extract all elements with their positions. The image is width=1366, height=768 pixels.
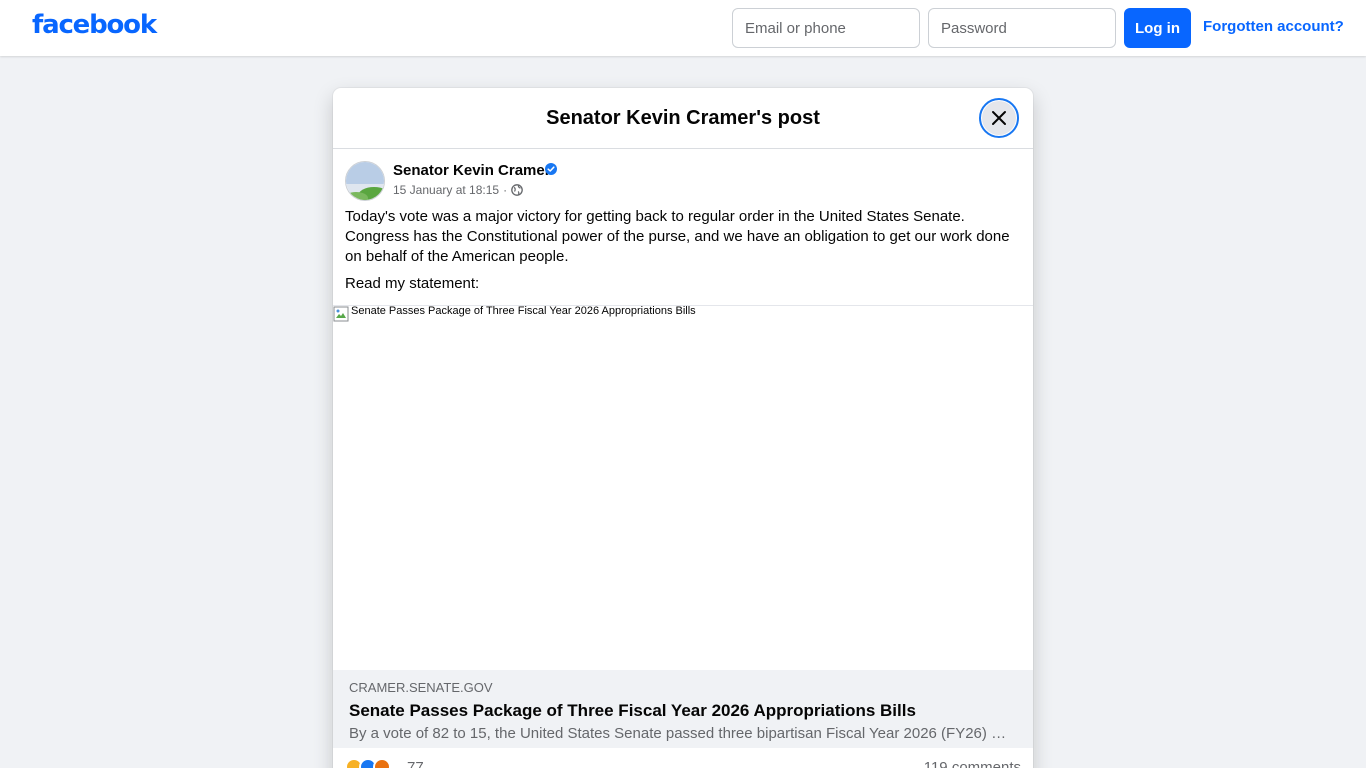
email-field[interactable]	[732, 8, 920, 48]
post-text: Today's vote was a major victory for get…	[345, 207, 1025, 301]
link-title: Senate Passes Package of Three Fiscal Ye…	[349, 701, 916, 720]
reaction-icons[interactable]	[345, 758, 391, 768]
link-preview-card[interactable]: CRAMER.SENATE.GOV Senate Passes Package …	[333, 670, 1033, 748]
dialog-title: Senator Kevin Cramer's post	[546, 107, 820, 129]
facebook-logo[interactable]: facebook	[32, 10, 157, 40]
author-name[interactable]: Senator Kevin Cramer	[393, 162, 551, 179]
post-timestamp[interactable]: 15 January at 18:15	[393, 183, 499, 197]
post-paragraph: Today's vote was a major victory for get…	[345, 208, 1010, 265]
close-icon	[992, 111, 1006, 125]
top-navigation-bar: facebook Log in Forgotten account?	[0, 0, 1366, 56]
post-dialog: Senator Kevin Cramer's post Senator Kevi…	[333, 88, 1033, 768]
forgotten-account-link[interactable]: Forgotten account?	[1203, 18, 1344, 35]
author-avatar[interactable]	[345, 161, 385, 201]
post-meta: 15 January at 18:15 ·	[393, 183, 523, 197]
broken-image: Senate Passes Package of Three Fiscal Ye…	[333, 306, 696, 322]
link-description: By a vote of 82 to 15, the United States…	[349, 725, 1009, 742]
dialog-header: Senator Kevin Cramer's post	[333, 88, 1033, 149]
reactions-summary: 77 119 comments	[345, 756, 1021, 768]
close-button[interactable]	[979, 98, 1019, 138]
reaction-count[interactable]: 77	[407, 759, 424, 768]
globe-icon	[511, 184, 523, 196]
link-preview-image[interactable]: Senate Passes Package of Three Fiscal Ye…	[333, 305, 1033, 670]
link-domain: CRAMER.SENATE.GOV	[349, 680, 493, 695]
post-paragraph: Read my statement:	[345, 275, 480, 292]
verified-badge-icon	[545, 163, 557, 175]
meta-separator: ·	[503, 183, 508, 197]
password-field[interactable]	[928, 8, 1116, 48]
broken-image-icon	[333, 306, 349, 322]
comments-count[interactable]: 119 comments	[924, 759, 1021, 768]
image-alt-text: Senate Passes Package of Three Fiscal Ye…	[351, 305, 696, 317]
angry-reaction-icon	[373, 758, 391, 768]
login-button[interactable]: Log in	[1124, 8, 1191, 48]
